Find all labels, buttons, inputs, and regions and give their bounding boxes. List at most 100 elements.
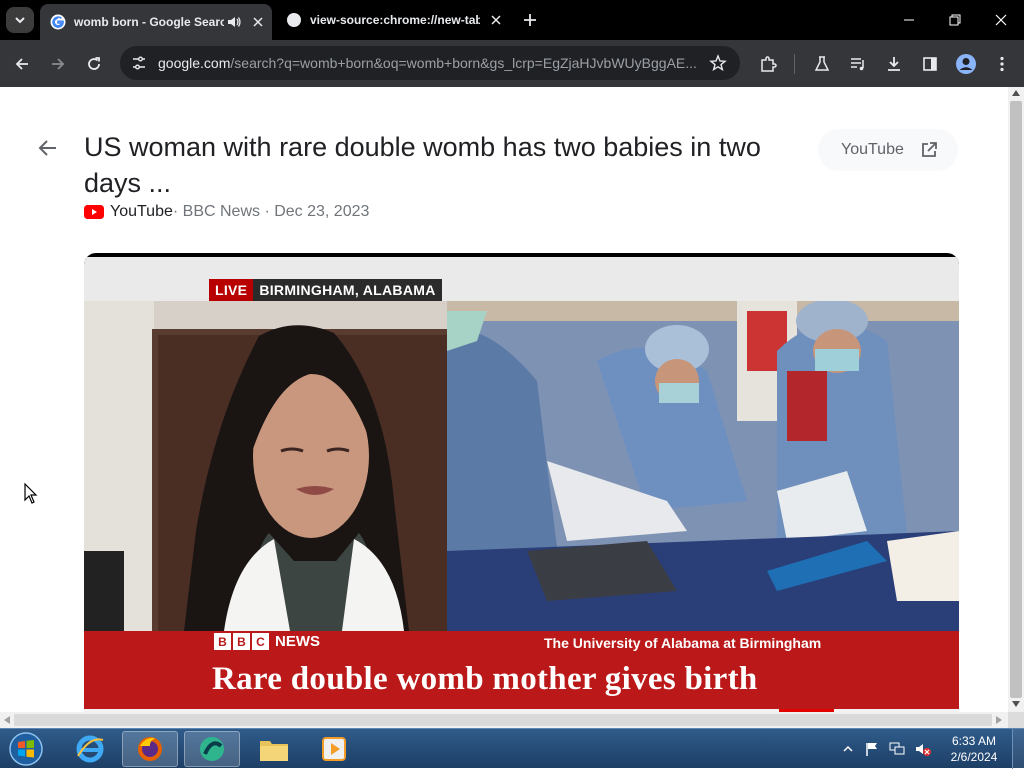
live-tag: LIVE BIRMINGHAM, ALABAMA bbox=[209, 279, 442, 301]
minimize-icon bbox=[904, 19, 914, 21]
network-icon[interactable] bbox=[888, 741, 906, 757]
tab-close-button[interactable] bbox=[250, 14, 266, 30]
flask-icon bbox=[814, 56, 830, 71]
result-title[interactable]: US woman with rare double womb has two b… bbox=[84, 129, 804, 201]
open-youtube-chip[interactable]: YouTube bbox=[818, 129, 958, 171]
extensions-button[interactable] bbox=[754, 50, 782, 78]
scroll-left-icon[interactable] bbox=[4, 716, 10, 724]
volume-muted-icon[interactable] bbox=[914, 741, 932, 757]
clock-time: 6:33 AM bbox=[951, 734, 997, 748]
restore-icon bbox=[949, 14, 961, 26]
globe-icon bbox=[287, 13, 301, 27]
close-icon bbox=[253, 17, 263, 27]
taskbar-media-player[interactable] bbox=[306, 731, 362, 767]
clock-date: 2/6/2024 bbox=[950, 750, 998, 764]
internet-explorer-icon bbox=[76, 735, 104, 763]
video-top-strip: LIVE BIRMINGHAM, ALABAMA bbox=[84, 257, 959, 301]
tab-google-search[interactable]: womb born - Google Search bbox=[40, 4, 272, 40]
chevron-down-icon bbox=[15, 17, 25, 24]
windows-taskbar: 6:33 AM 2/6/2024 bbox=[0, 728, 1024, 769]
taskbar-app[interactable] bbox=[184, 731, 240, 767]
toolbar-divider bbox=[794, 54, 795, 74]
restore-button[interactable] bbox=[932, 0, 978, 40]
presenter-feed bbox=[84, 301, 447, 631]
browser-toolbar: google.com/search?q=womb+born&oq=womb+bo… bbox=[0, 40, 1024, 87]
media-controls-button[interactable] bbox=[844, 50, 872, 78]
url-path: /search?q=womb+born&oq=womb+born&gs_lcrp… bbox=[230, 55, 697, 71]
forward-button[interactable] bbox=[44, 50, 72, 78]
news-label: NEWS bbox=[275, 633, 320, 650]
star-icon[interactable] bbox=[709, 54, 727, 72]
tab-view-source[interactable]: view-source:chrome://new-tab-page bbox=[276, 4, 512, 36]
location-label: BIRMINGHAM, ALABAMA bbox=[253, 279, 442, 301]
scrollbar-thumb[interactable] bbox=[14, 714, 992, 726]
profile-button[interactable] bbox=[952, 50, 980, 78]
generic-app-icon bbox=[200, 737, 224, 761]
taskbar-file-explorer[interactable] bbox=[246, 731, 302, 767]
back-arrow-icon[interactable] bbox=[36, 137, 60, 159]
menu-button[interactable] bbox=[988, 50, 1016, 78]
minimize-button[interactable] bbox=[886, 0, 932, 40]
chip-label: YouTube bbox=[841, 141, 904, 158]
tab-strip: womb born - Google Search view-source:ch… bbox=[0, 0, 1024, 40]
close-window-button[interactable] bbox=[978, 0, 1024, 40]
reload-icon bbox=[88, 57, 100, 70]
queue-music-icon bbox=[851, 58, 864, 71]
tab-title: view-source:chrome://new-tab-page bbox=[310, 13, 480, 27]
video-frame: LIVE BIRMINGHAM, ALABAMA B B C NEWS The … bbox=[84, 257, 959, 712]
scroll-right-icon[interactable] bbox=[996, 716, 1002, 724]
close-icon bbox=[995, 14, 1007, 26]
scrollbar-thumb[interactable] bbox=[1010, 101, 1022, 698]
youtube-icon bbox=[84, 205, 104, 219]
show-desktop-button[interactable] bbox=[1012, 729, 1024, 769]
arrow-right-icon bbox=[52, 58, 65, 70]
scroll-down-icon[interactable] bbox=[1012, 701, 1020, 707]
news-banner: B B C NEWS The University of Alabama at … bbox=[84, 631, 959, 712]
tab-search-button[interactable] bbox=[6, 7, 34, 33]
page-content: US woman with rare double womb has two b… bbox=[0, 87, 1008, 712]
more-vert-icon bbox=[1000, 56, 1004, 72]
open-in-new-icon bbox=[921, 142, 937, 157]
source-site: YouTube bbox=[110, 203, 173, 220]
firefox-icon bbox=[138, 737, 162, 761]
close-icon bbox=[491, 15, 501, 25]
new-tab-button[interactable] bbox=[518, 8, 542, 32]
scroll-up-icon[interactable] bbox=[1012, 90, 1020, 96]
reload-button[interactable] bbox=[80, 50, 108, 78]
live-label: LIVE bbox=[209, 279, 254, 301]
presenter-image bbox=[84, 301, 447, 631]
tab-title: womb born - Google Search bbox=[74, 15, 224, 29]
mouse-cursor-icon bbox=[24, 483, 38, 504]
taskbar-internet-explorer[interactable] bbox=[62, 731, 118, 767]
taskbar-clock[interactable]: 6:33 AM 2/6/2024 bbox=[946, 733, 1002, 765]
url-host: google.com bbox=[158, 55, 231, 71]
bbc-letter: B bbox=[214, 633, 231, 650]
vertical-scrollbar[interactable] bbox=[1008, 87, 1024, 712]
action-center-flag-icon[interactable] bbox=[864, 741, 880, 757]
url-text: google.com/search?q=womb+born&oq=womb+bo… bbox=[158, 55, 703, 71]
bbc-news-logo: B B C NEWS bbox=[214, 633, 320, 650]
google-g-icon bbox=[50, 14, 66, 30]
site-info-icon[interactable] bbox=[130, 54, 148, 72]
video-headline: Rare double womb mother gives birth bbox=[212, 661, 758, 697]
horizontal-scrollbar[interactable] bbox=[0, 712, 1008, 728]
speaker-icon[interactable] bbox=[226, 14, 242, 30]
plus-icon bbox=[524, 14, 536, 26]
arrow-left-icon bbox=[15, 58, 28, 70]
tab-close-button[interactable] bbox=[488, 12, 504, 28]
footage-credit: The University of Alabama at Birmingham bbox=[544, 635, 822, 651]
downloads-button[interactable] bbox=[880, 50, 908, 78]
download-icon bbox=[888, 57, 900, 71]
surgery-image bbox=[447, 301, 959, 631]
puzzle-icon bbox=[761, 56, 777, 72]
start-button-icon[interactable] bbox=[7, 731, 45, 767]
address-bar[interactable]: google.com/search?q=womb+born&oq=womb+bo… bbox=[120, 46, 740, 80]
labs-button[interactable] bbox=[808, 50, 836, 78]
side-panel-button[interactable] bbox=[916, 50, 944, 78]
result-source: YouTube · BBC News · Dec 23, 2023 bbox=[84, 203, 369, 221]
video-player[interactable]: LIVE BIRMINGHAM, ALABAMA B B C NEWS The … bbox=[84, 253, 959, 712]
show-hidden-icons-icon[interactable] bbox=[842, 743, 854, 755]
taskbar-firefox[interactable] bbox=[122, 731, 178, 767]
back-button[interactable] bbox=[8, 50, 36, 78]
source-meta: · BBC News · Dec 23, 2023 bbox=[172, 203, 370, 220]
